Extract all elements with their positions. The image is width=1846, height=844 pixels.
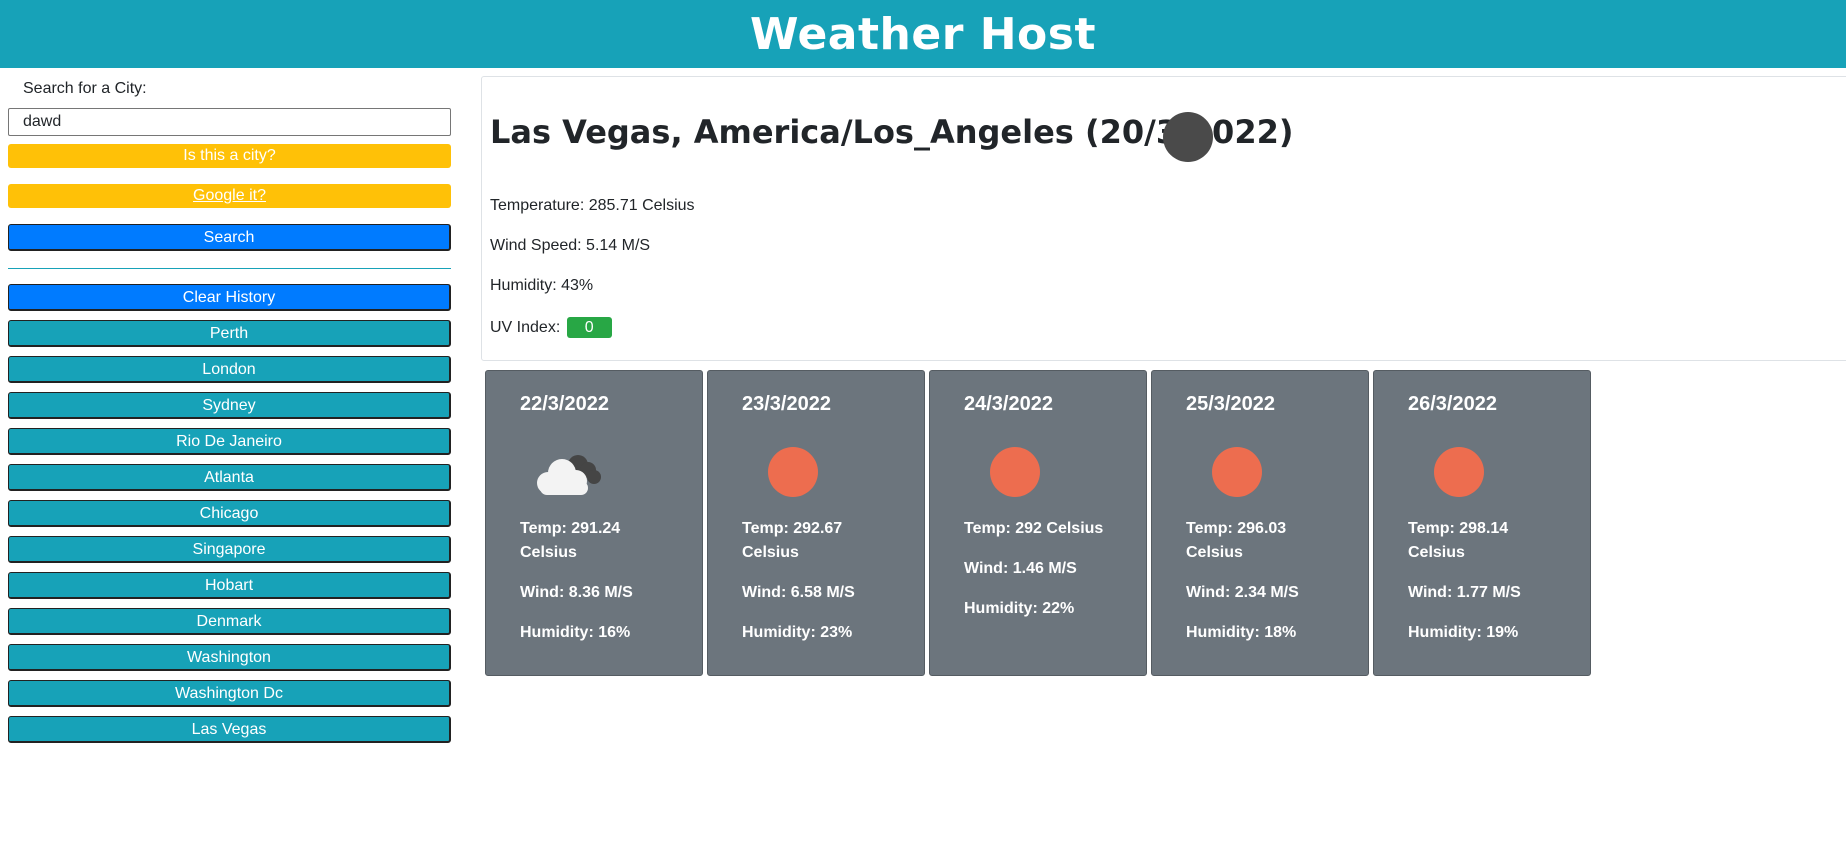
current-temperature: Temperature: 285.71 Celsius [490, 197, 695, 214]
history-item[interactable]: Washington [8, 644, 451, 671]
forecast-date: 26/3/2022 [1408, 393, 1497, 415]
cloudy-icon [537, 455, 601, 495]
forecast-temp: Temp: 298.14 Celsius [1408, 520, 1509, 561]
history-item[interactable]: Singapore [8, 536, 451, 563]
forecast-temp: Temp: 292 Celsius [964, 520, 1104, 537]
page-header: Weather Host [0, 0, 1846, 68]
forecast-temp: Temp: 292.67 Celsius [742, 520, 843, 561]
sun-icon [1212, 447, 1262, 497]
forecast-humidity: Humidity: 22% [964, 600, 1075, 617]
history-item[interactable]: Sydney [8, 392, 451, 419]
search-button[interactable]: Search [8, 224, 451, 251]
forecast-wind: Wind: 2.34 M/S [1186, 584, 1299, 601]
dark-circle-icon [1163, 112, 1213, 162]
current-uv-index: UV Index: 0 [490, 317, 612, 338]
forecast-card: 26/3/2022 Temp: 298.14 Celsius Wind: 1.7… [1373, 370, 1591, 676]
forecast-temp: Temp: 296.03 Celsius [1186, 520, 1287, 561]
history-item[interactable]: Las Vegas [8, 716, 451, 743]
sun-icon [1434, 447, 1484, 497]
forecast-date: 23/3/2022 [742, 393, 831, 415]
uv-index-label: UV Index: [490, 319, 561, 336]
forecast-wind: Wind: 1.77 M/S [1408, 584, 1521, 601]
history-item[interactable]: Hobart [8, 572, 451, 599]
sun-icon [768, 447, 818, 497]
forecast-wind: Wind: 1.46 M/S [964, 560, 1077, 577]
history-item[interactable]: Perth [8, 320, 451, 347]
page-title: Weather Host [750, 8, 1096, 60]
uv-index-badge: 0 [566, 317, 612, 338]
forecast-wind: Wind: 6.58 M/S [742, 584, 855, 601]
forecast-date: 24/3/2022 [964, 393, 1053, 415]
forecast-humidity: Humidity: 19% [1408, 624, 1519, 641]
google-it-link[interactable]: Google it? [8, 184, 451, 208]
forecast-date: 22/3/2022 [520, 393, 609, 415]
current-weather-panel: Las Vegas, America/Los_Angeles (20/3/202… [481, 76, 1846, 361]
forecast-card: 24/3/2022 Temp: 292 Celsius Wind: 1.46 M… [929, 370, 1147, 676]
sidebar-divider [8, 268, 451, 269]
forecast-card: 25/3/2022 Temp: 296.03 Celsius Wind: 2.3… [1151, 370, 1369, 676]
current-humidity: Humidity: 43% [490, 277, 594, 294]
history-item[interactable]: Chicago [8, 500, 451, 527]
forecast-humidity: Humidity: 23% [742, 624, 853, 641]
search-label: Search for a City: [23, 80, 147, 97]
forecast-card: 22/3/2022 Temp: 291.24 Celsius Wind: 8.3… [485, 370, 703, 676]
forecast-humidity: Humidity: 18% [1186, 624, 1297, 641]
clear-history-button[interactable]: Clear History [8, 284, 451, 311]
history-item[interactable]: Washington Dc [8, 680, 451, 707]
forecast-date: 25/3/2022 [1186, 393, 1275, 415]
forecast-temp: Temp: 291.24 Celsius [520, 520, 621, 561]
history-item[interactable]: Atlanta [8, 464, 451, 491]
forecast-humidity: Humidity: 16% [520, 624, 631, 641]
history-item[interactable]: London [8, 356, 451, 383]
current-wind-speed: Wind Speed: 5.14 M/S [490, 237, 651, 254]
history-item[interactable]: Rio De Janeiro [8, 428, 451, 455]
forecast-card: 23/3/2022 Temp: 292.67 Celsius Wind: 6.5… [707, 370, 925, 676]
history-item[interactable]: Denmark [8, 608, 451, 635]
search-input[interactable] [8, 108, 451, 136]
forecast-wind: Wind: 8.36 M/S [520, 584, 633, 601]
not-a-city-warning: Is this a city? [8, 144, 451, 168]
sun-icon [990, 447, 1040, 497]
